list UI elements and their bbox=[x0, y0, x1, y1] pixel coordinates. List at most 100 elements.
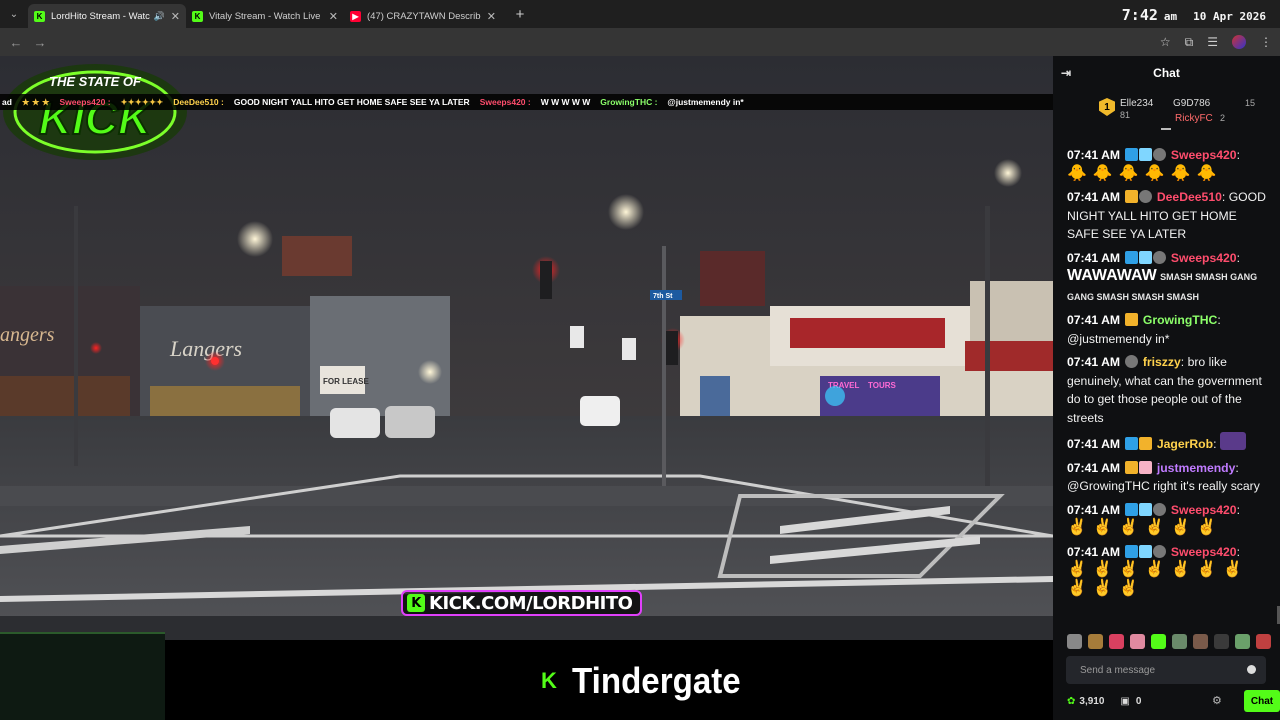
user-avatar bbox=[1153, 502, 1167, 516]
emote-button[interactable] bbox=[1235, 634, 1250, 649]
svg-text:FOR LEASE: FOR LEASE bbox=[323, 377, 369, 386]
gift-count: 0 bbox=[1135, 695, 1142, 707]
clock-date: 10 Apr 2026 bbox=[1193, 10, 1266, 23]
chat-title: Chat bbox=[1153, 66, 1180, 80]
emote-button[interactable] bbox=[1256, 634, 1271, 649]
collapse-chat-icon[interactable]: ⇥ bbox=[1061, 66, 1071, 80]
send-message-input[interactable]: Send a message bbox=[1066, 656, 1266, 684]
svg-text:7th St: 7th St bbox=[653, 293, 673, 300]
emote-button[interactable] bbox=[1088, 634, 1103, 649]
chat-message: 07:41 AM friszzy: bro like genuinely, wh… bbox=[1067, 355, 1262, 425]
message-time: 07:41 AM bbox=[1067, 437, 1121, 451]
clock-ampm: am bbox=[1163, 10, 1178, 23]
gifter-name[interactable]: Elle234 bbox=[1120, 98, 1153, 109]
badge-icon bbox=[1139, 502, 1153, 516]
badge-icon bbox=[1125, 313, 1139, 326]
emote-button[interactable] bbox=[1172, 634, 1187, 649]
badge-icon bbox=[1125, 460, 1139, 474]
forward-arrow-icon[interactable]: → bbox=[28, 35, 52, 50]
message-username[interactable]: Sweeps420 bbox=[1171, 148, 1237, 162]
new-tab-plus-icon[interactable]: + bbox=[508, 6, 532, 23]
gifter-name[interactable]: G9D786 bbox=[1173, 98, 1210, 109]
badge-icon bbox=[1125, 437, 1139, 450]
webcam-overlay bbox=[0, 632, 165, 720]
message-time: 07:41 AM bbox=[1067, 148, 1121, 162]
quick-emote-bar bbox=[1067, 634, 1271, 649]
video-player[interactable]: Langers angers FOR LEASE TRAVEL TOURS 7t… bbox=[0, 56, 1053, 720]
user-avatar bbox=[1125, 355, 1139, 368]
speaker-icon[interactable]: 🔊 bbox=[154, 11, 165, 22]
close-tab-icon[interactable]: ✕ bbox=[487, 10, 496, 23]
emote-button[interactable] bbox=[1109, 634, 1124, 649]
tab-title: Vitaly Stream - Watch Live on K bbox=[209, 10, 323, 22]
emote-button[interactable] bbox=[1193, 634, 1208, 649]
ticker-message: GOOD NIGHT YALL HITO GET HOME SAFE SEE Y… bbox=[233, 97, 470, 107]
emoji-picker-icon[interactable] bbox=[1247, 665, 1256, 674]
message-time: 07:41 AM bbox=[1067, 355, 1121, 369]
close-tab-icon[interactable]: ✕ bbox=[171, 10, 180, 23]
ticker-user: Sweeps420 : bbox=[479, 97, 531, 107]
chat-footer: ✿ 3,910 ▣ 0 ⚙ Chat bbox=[1067, 690, 1280, 712]
media-controls-icon[interactable]: ☰ bbox=[1207, 35, 1218, 49]
gifter-rank-icon: 1 bbox=[1099, 98, 1115, 116]
crown-badge-icon bbox=[1139, 437, 1153, 450]
gifter-count: 81 bbox=[1120, 110, 1131, 120]
message-username[interactable]: justmemendy bbox=[1157, 461, 1236, 475]
message-time: 07:41 AM bbox=[1067, 250, 1121, 265]
emote-row: 🐥🐥🐥🐥🐥🐥 bbox=[1067, 164, 1223, 182]
emote-button[interactable] bbox=[1214, 634, 1229, 649]
caption: K Tindergate bbox=[538, 660, 755, 702]
emote-button[interactable] bbox=[1130, 634, 1145, 649]
kick-url-overlay: K KICK.COM/LORDHITO bbox=[401, 590, 643, 616]
message-username[interactable]: Sweeps420 bbox=[1171, 545, 1237, 559]
pin-handle-icon[interactable] bbox=[1161, 128, 1171, 132]
message-time: 07:41 AM bbox=[1067, 544, 1121, 559]
message-username[interactable]: Sweeps420 bbox=[1171, 503, 1237, 517]
emote-button[interactable] bbox=[1067, 634, 1082, 649]
emote-button[interactable] bbox=[1151, 634, 1166, 649]
tab-vitaly[interactable]: K Vitaly Stream - Watch Live on K ✕ bbox=[186, 4, 344, 28]
profile-avatar[interactable] bbox=[1232, 35, 1246, 49]
back-arrow-icon[interactable]: ← bbox=[4, 35, 28, 50]
gifter-count: 15 bbox=[1245, 98, 1256, 108]
ticker-user: GrowingTHC : bbox=[600, 97, 658, 107]
kick-logo-icon: K bbox=[407, 594, 425, 612]
channel-points-icon[interactable]: ✿ bbox=[1067, 696, 1075, 707]
extensions-puzzle-icon[interactable]: ⧉ bbox=[1185, 35, 1194, 50]
user-avatar bbox=[1153, 148, 1167, 161]
badge-icon bbox=[1139, 460, 1153, 474]
chat-message: 07:41 AM Sweeps420: ✌✌✌✌✌✌✌✌✌✌ bbox=[1067, 543, 1266, 599]
chat-message: 07:41 AM JagerRob: bbox=[1067, 432, 1266, 454]
logo-tagline: THE STATE OF bbox=[49, 74, 142, 89]
tab-search-chevron-icon[interactable]: ⌄ bbox=[0, 0, 28, 28]
message-username[interactable]: JagerRob bbox=[1157, 437, 1213, 451]
chat-message: 07:41 AM Sweeps420: 🐥🐥🐥🐥🐥🐥 bbox=[1067, 146, 1266, 183]
kick-url-text: KICK.COM/LORDHITO bbox=[429, 592, 633, 614]
gifter-name[interactable]: RickyFC bbox=[1175, 113, 1213, 124]
ticker-item: ad bbox=[2, 97, 12, 107]
kick-k-icon: K bbox=[538, 668, 560, 693]
message-text: @justmemendy in* bbox=[1067, 331, 1170, 346]
channel-points-value: 3,910 bbox=[1079, 695, 1105, 707]
message-username[interactable]: GrowingTHC bbox=[1143, 313, 1217, 327]
bookmark-star-icon[interactable]: ☆ bbox=[1160, 35, 1171, 49]
badge-icon bbox=[1125, 544, 1139, 558]
svg-text:angers: angers bbox=[0, 324, 55, 346]
ticker-user: Sweeps420 : bbox=[59, 97, 111, 107]
tab-title: (47) CRAZYTAWN Describes Ti bbox=[367, 10, 481, 22]
ticker-emotes: ✦✦✦✦✦✦ bbox=[120, 96, 164, 107]
kebab-menu-icon[interactable]: ⋮ bbox=[1260, 35, 1272, 49]
chat-header: ⇥ Chat bbox=[1053, 56, 1280, 90]
badge-icon bbox=[1125, 502, 1139, 516]
ticker-message: @justmemendy in* bbox=[667, 97, 744, 107]
send-chat-button[interactable]: Chat bbox=[1244, 690, 1280, 712]
chat-settings-gear-icon[interactable]: ⚙ bbox=[1212, 694, 1222, 707]
tab-youtube[interactable]: ▶ (47) CRAZYTAWN Describes Ti ✕ bbox=[344, 4, 502, 28]
message-username[interactable]: friszzy bbox=[1143, 355, 1181, 369]
message-username[interactable]: DeeDee510 bbox=[1157, 190, 1222, 204]
close-tab-icon[interactable]: ✕ bbox=[329, 10, 338, 23]
tab-lordhito[interactable]: K LordHito Stream - Watch Li 🔊 ✕ bbox=[28, 4, 186, 28]
gift-icon[interactable]: ▣ bbox=[1120, 696, 1129, 707]
message-username[interactable]: Sweeps420 bbox=[1171, 251, 1237, 265]
gifter-count: 2 bbox=[1220, 113, 1226, 123]
